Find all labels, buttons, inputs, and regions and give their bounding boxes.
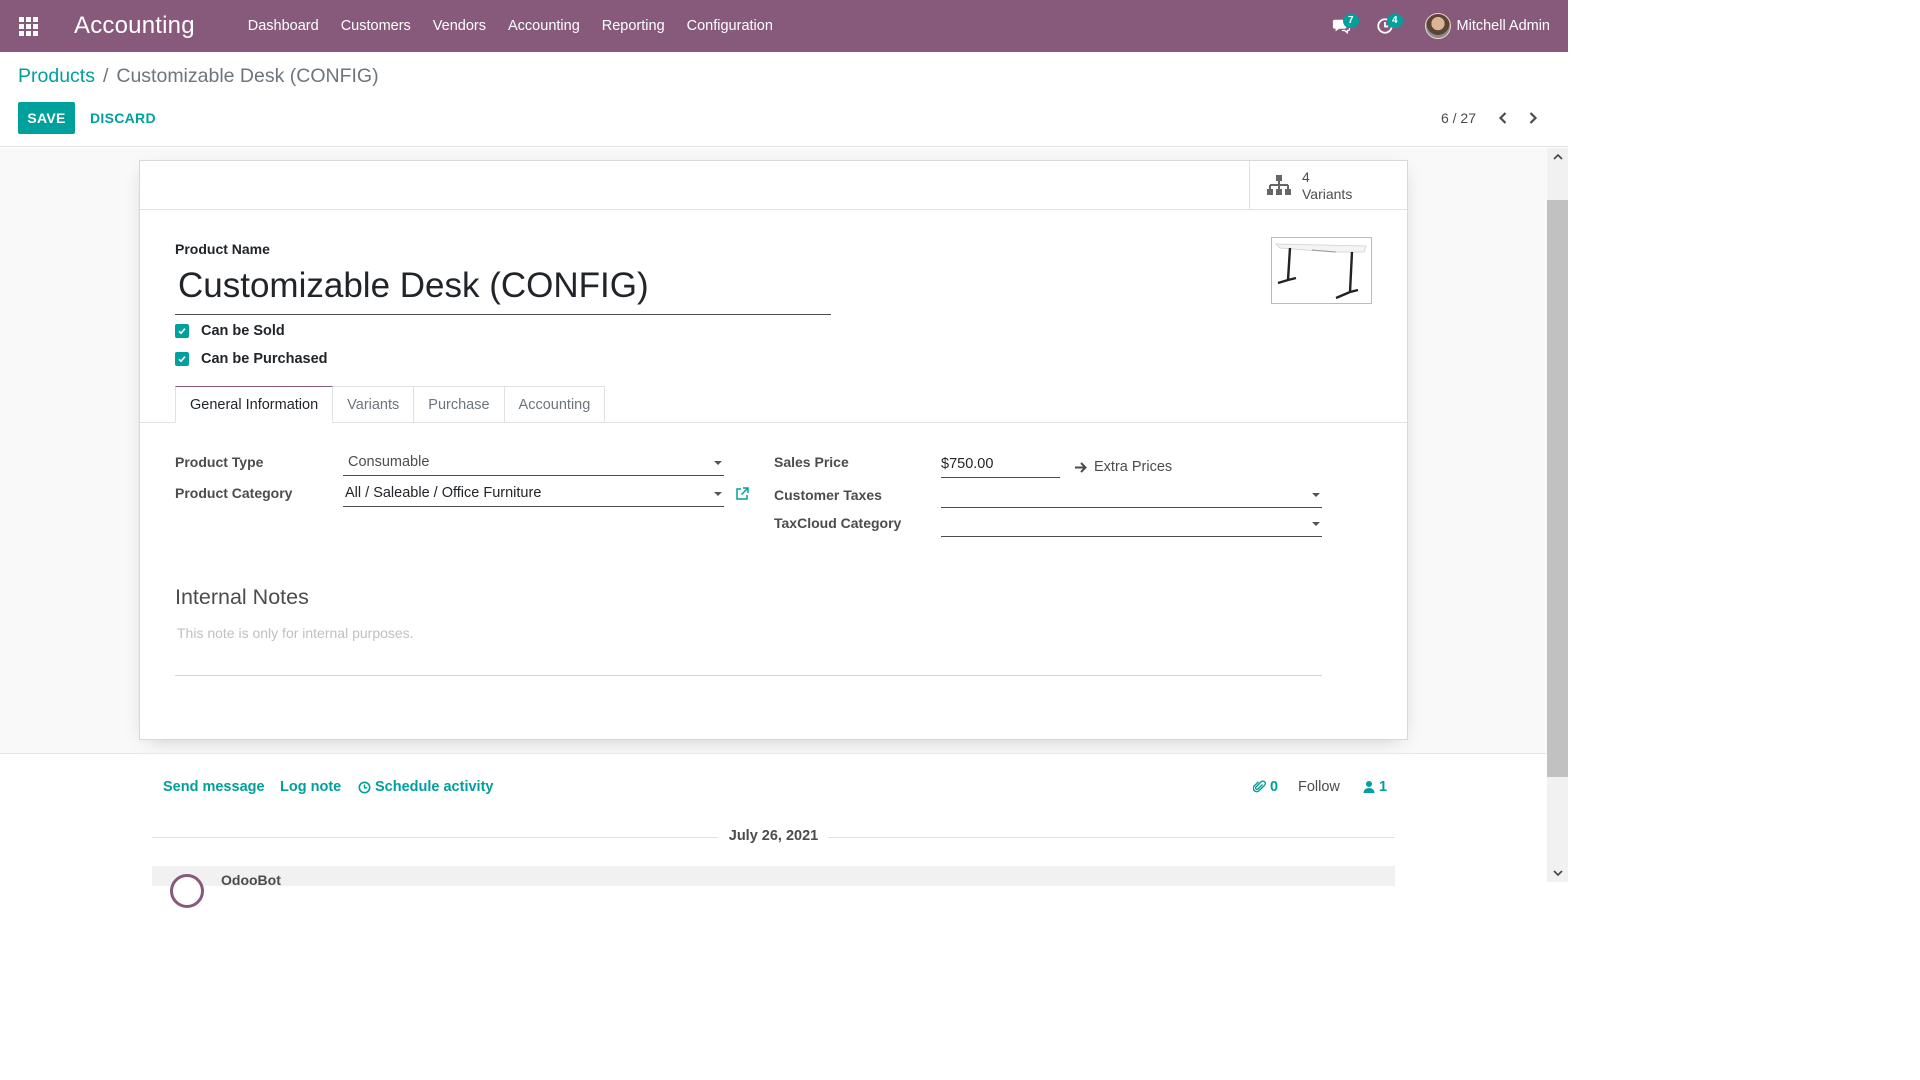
extra-prices-label: Extra Prices bbox=[1094, 459, 1173, 475]
activity-menu[interactable]: 4 bbox=[1365, 0, 1405, 52]
can-be-sold-label[interactable]: Can be Sold bbox=[201, 323, 285, 339]
can-be-purchased-checkbox[interactable] bbox=[175, 352, 189, 366]
caret-down-icon bbox=[1312, 493, 1320, 497]
variants-count: 4 bbox=[1302, 168, 1310, 185]
log-note-button[interactable]: Log note bbox=[280, 779, 341, 795]
schedule-activity-button[interactable]: Schedule activity bbox=[358, 779, 493, 795]
save-button[interactable]: SAVE bbox=[18, 102, 75, 134]
messaging-menu[interactable]: 7 bbox=[1321, 0, 1361, 52]
chevron-down-icon bbox=[1552, 870, 1563, 877]
form-sheet: 4 Variants Product Name Customizable Des… bbox=[139, 160, 1408, 740]
message-author[interactable]: OdooBot bbox=[221, 872, 281, 888]
button-box: 4 Variants bbox=[140, 161, 1407, 210]
scroll-down-arrow[interactable] bbox=[1547, 864, 1568, 882]
check-icon bbox=[178, 356, 186, 363]
chevron-right-icon bbox=[1529, 112, 1538, 124]
variants-label: Variants bbox=[1302, 185, 1353, 202]
desk-image bbox=[1275, 243, 1367, 300]
caret-down-icon bbox=[1312, 522, 1320, 526]
message-item: OdooBot bbox=[152, 866, 1395, 908]
user-menu[interactable]: Mitchell Admin bbox=[1405, 13, 1568, 39]
user-icon bbox=[1363, 781, 1375, 793]
menu-item-customers[interactable]: Customers bbox=[330, 0, 422, 52]
app-brand[interactable]: Accounting bbox=[74, 12, 195, 40]
chevron-up-icon bbox=[1552, 153, 1563, 160]
customer-taxes-label: Customer Taxes bbox=[774, 487, 882, 503]
breadcrumb-current: Customizable Desk (CONFIG) bbox=[116, 65, 379, 87]
product-name-input[interactable]: Customizable Desk (CONFIG) bbox=[175, 261, 831, 315]
product-type-label: Product Type bbox=[175, 454, 264, 470]
notebook-tabs: General Information Variants Purchase Ac… bbox=[175, 386, 606, 423]
product-category-label: Product Category bbox=[175, 485, 293, 501]
can-be-purchased-label[interactable]: Can be Purchased bbox=[201, 351, 328, 367]
message-date-text: July 26, 2021 bbox=[718, 828, 829, 844]
clock-icon bbox=[358, 781, 371, 793]
apps-menu-icon[interactable] bbox=[0, 0, 56, 52]
pager-next-button[interactable] bbox=[1522, 107, 1544, 129]
variants-smart-button[interactable]: 4 Variants bbox=[1249, 161, 1407, 210]
can-be-sold-checkbox[interactable] bbox=[175, 324, 189, 338]
scroll-up-arrow[interactable] bbox=[1547, 148, 1568, 166]
product-type-select[interactable]: Consumable bbox=[343, 450, 724, 476]
product-image[interactable] bbox=[1271, 237, 1372, 304]
menu-item-reporting[interactable]: Reporting bbox=[591, 0, 676, 52]
main-menu: Dashboard Customers Vendors Accounting R… bbox=[237, 0, 784, 52]
menu-item-accounting[interactable]: Accounting bbox=[497, 0, 591, 52]
pager-previous-button[interactable] bbox=[1492, 107, 1514, 129]
sales-price-input[interactable]: $750.00 bbox=[941, 452, 1060, 478]
scroll-thumb[interactable] bbox=[1547, 200, 1568, 777]
can-be-sold-row: Can be Sold bbox=[175, 323, 285, 339]
internal-notes-title: Internal Notes bbox=[175, 585, 309, 609]
chatter: Send message Log note Schedule activity … bbox=[0, 753, 1547, 908]
product-category-value: All / Saleable / Office Furniture bbox=[345, 485, 542, 501]
breadcrumb-products-link[interactable]: Products bbox=[18, 65, 95, 88]
followers-button[interactable]: 1 bbox=[1362, 779, 1387, 795]
taxcloud-category-label: TaxCloud Category bbox=[774, 515, 902, 531]
product-name-label: Product Name bbox=[175, 241, 270, 257]
check-icon bbox=[178, 328, 186, 335]
send-message-button[interactable]: Send message bbox=[163, 779, 265, 795]
paperclip-icon bbox=[1253, 780, 1266, 793]
control-panel: Products / Customizable Desk (CONFIG) SA… bbox=[0, 52, 1568, 147]
discard-button[interactable]: DISCARD bbox=[80, 102, 166, 134]
odoobot-avatar bbox=[170, 874, 204, 908]
chevron-left-icon bbox=[1498, 112, 1507, 124]
caret-down-icon bbox=[714, 461, 722, 465]
messages-count-badge: 7 bbox=[1342, 14, 1359, 28]
product-type-value: Consumable bbox=[348, 454, 430, 470]
date-separator: July 26, 2021 bbox=[152, 828, 1395, 848]
menu-item-vendors[interactable]: Vendors bbox=[422, 0, 497, 52]
internal-notes-field[interactable]: This note is only for internal purposes. bbox=[175, 621, 1322, 676]
extra-prices-button[interactable]: Extra Prices bbox=[1074, 459, 1172, 475]
tab-purchase[interactable]: Purchase bbox=[414, 386, 505, 423]
sales-price-label: Sales Price bbox=[774, 454, 849, 470]
top-navbar: Accounting Dashboard Customers Vendors A… bbox=[0, 0, 1568, 52]
tab-general-information[interactable]: General Information bbox=[175, 386, 334, 423]
follow-button[interactable]: Follow bbox=[1298, 779, 1340, 795]
taxcloud-category-select[interactable] bbox=[941, 511, 1322, 537]
message-date: July 26, 2021 bbox=[152, 828, 1395, 844]
attachments-count: 0 bbox=[1270, 779, 1279, 795]
user-name: Mitchell Admin bbox=[1456, 18, 1550, 34]
tab-accounting[interactable]: Accounting bbox=[504, 386, 606, 423]
product-category-select[interactable]: All / Saleable / Office Furniture bbox=[343, 481, 724, 507]
sitemap-icon bbox=[1267, 174, 1291, 195]
pager-value[interactable]: 6 / 27 bbox=[1441, 110, 1476, 126]
tab-variants[interactable]: Variants bbox=[333, 386, 415, 423]
arrow-right-icon bbox=[1075, 461, 1087, 473]
customer-taxes-select[interactable] bbox=[941, 482, 1322, 508]
can-be-purchased-row: Can be Purchased bbox=[175, 351, 328, 367]
schedule-activity-label: Schedule activity bbox=[375, 779, 494, 795]
attachments-button[interactable]: 0 bbox=[1253, 779, 1278, 795]
menu-item-dashboard[interactable]: Dashboard bbox=[237, 0, 330, 52]
caret-down-icon bbox=[714, 492, 722, 496]
activities-count-badge: 4 bbox=[1386, 14, 1403, 28]
breadcrumb: Products / Customizable Desk (CONFIG) bbox=[18, 65, 379, 88]
followers-count: 1 bbox=[1379, 779, 1388, 795]
vertical-scrollbar[interactable] bbox=[1547, 148, 1568, 882]
breadcrumb-separator: / bbox=[102, 65, 109, 87]
menu-item-configuration[interactable]: Configuration bbox=[676, 0, 784, 52]
external-link-icon[interactable] bbox=[734, 486, 750, 502]
user-avatar bbox=[1424, 13, 1451, 39]
